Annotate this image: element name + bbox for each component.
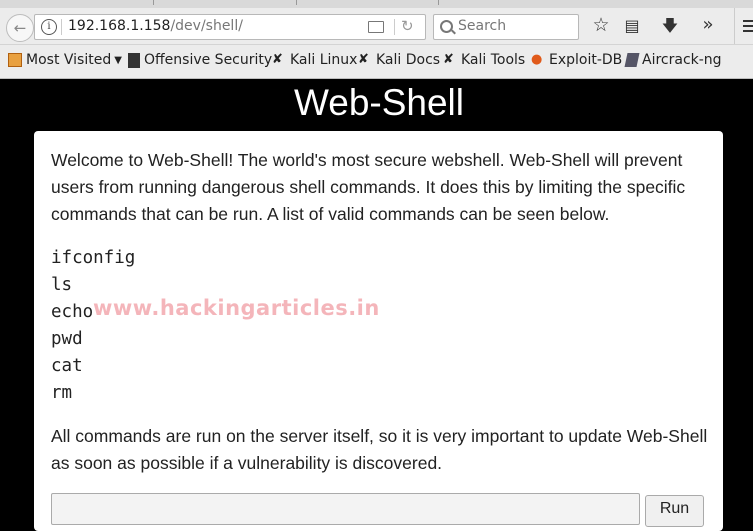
bookmark-kali-tools[interactable]: ✘ Kali Tools [443, 52, 525, 68]
command-input[interactable] [51, 493, 640, 525]
bookmark-label: Kali Tools [461, 52, 526, 68]
download-icon[interactable]: 🡇 [660, 17, 680, 35]
bookmark-most-visited[interactable]: Most Visited ▼ [8, 52, 122, 68]
bookmark-aircrack-ng[interactable]: Aircrack-ng [624, 52, 722, 68]
run-button[interactable]: Run [645, 495, 704, 527]
menu-icon [743, 20, 753, 22]
page-content: Web-Shell Welcome to Web-Shell! The worl… [0, 79, 753, 531]
tab-divider [153, 0, 154, 5]
reading-list-icon[interactable]: ▤ [622, 17, 642, 35]
search-bar[interactable]: Search [433, 14, 579, 40]
reload-icon[interactable]: ↻ [401, 17, 414, 35]
tab-divider [438, 0, 439, 5]
menu-icon [743, 25, 753, 27]
url-bar[interactable]: i 192.168.1.158/dev/shell/ ↻ [34, 14, 426, 40]
back-button[interactable]: ← [6, 14, 34, 42]
url-text[interactable]: 192.168.1.158/dev/shell/ [68, 18, 243, 34]
command-item: ls [51, 275, 73, 295]
chevron-down-icon: ▼ [114, 54, 122, 66]
shell-card: Welcome to Web-Shell! The world's most s… [34, 131, 723, 531]
kali-dragon-icon: ✘ [272, 52, 283, 67]
browser-chrome: ← i 192.168.1.158/dev/shell/ ↻ Search ☆ … [0, 0, 753, 79]
watermark: www.hackingarticles.in [93, 296, 380, 320]
bookmark-label: Kali Linux [290, 52, 358, 68]
command-item: cat [51, 356, 83, 376]
bookmark-offensive-security[interactable]: Offensive Security [128, 52, 272, 68]
menu-icon [743, 30, 753, 32]
search-placeholder: Search [458, 18, 507, 34]
bookmark-label: Most Visited [26, 52, 112, 68]
folder-icon [8, 53, 22, 67]
bookmark-label: Kali Docs [376, 52, 441, 68]
command-item: pwd [51, 329, 83, 349]
navigation-bar: ← i 192.168.1.158/dev/shell/ ↻ Search ☆ … [0, 8, 753, 45]
tab-divider [296, 0, 297, 5]
star-icon[interactable]: ☆ [591, 16, 611, 35]
bookmark-kali-linux[interactable]: ✘ Kali Linux [272, 52, 357, 68]
exploit-db-icon: ● [531, 52, 543, 67]
command-item: rm [51, 383, 73, 403]
command-item: ifconfig [51, 248, 136, 268]
divider [61, 19, 62, 35]
search-icon [440, 20, 453, 33]
kali-dragon-icon: ✘ [443, 52, 454, 67]
url-host: 192.168.1.158 [68, 18, 171, 34]
tab-strip [0, 0, 753, 8]
reader-view-icon[interactable] [368, 21, 384, 33]
valid-command-list: ifconfig ls echo pwd cat rm [51, 245, 135, 407]
hamburger-menu-button[interactable] [734, 8, 753, 44]
bookmark-kali-docs[interactable]: ✘ Kali Docs [358, 52, 440, 68]
url-path: /dev/shell/ [170, 18, 243, 34]
kali-dragon-icon: ✘ [358, 52, 369, 67]
divider [394, 19, 395, 35]
intro-text: Welcome to Web-Shell! The world's most s… [51, 150, 686, 224]
bookmark-label: Exploit-DB [549, 52, 623, 68]
bookmark-label: Aircrack-ng [642, 52, 722, 68]
info-icon[interactable]: i [41, 19, 57, 35]
outro-text: All commands are run on the server itsel… [51, 426, 708, 473]
overflow-chevron-icon[interactable]: » [698, 16, 718, 34]
offensive-security-logo-icon [128, 52, 140, 68]
bookmark-label: Offensive Security [144, 52, 273, 68]
page-title: Web-Shell [293, 82, 464, 123]
bookmarks-toolbar: Most Visited ▼ Offensive Security ✘ Kali… [0, 45, 753, 79]
arrow-left-icon: ← [13, 19, 27, 37]
aircrack-icon [624, 53, 640, 67]
bookmark-exploit-db[interactable]: ● Exploit-DB [531, 52, 622, 68]
